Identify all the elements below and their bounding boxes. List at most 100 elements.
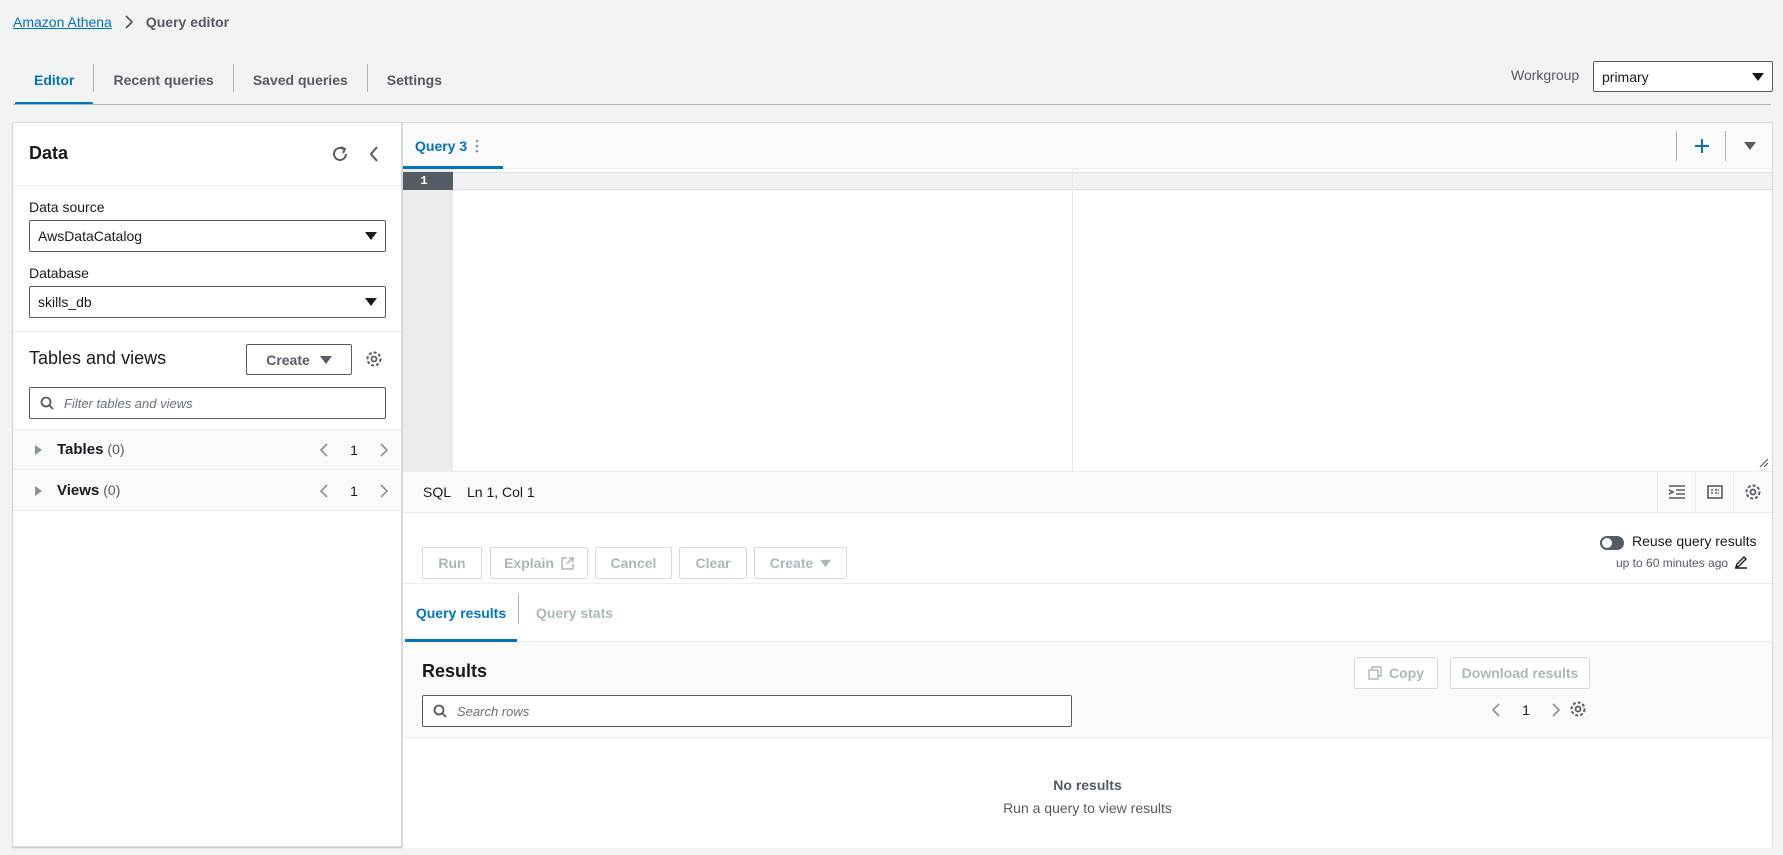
- more-vertical-icon[interactable]: [475, 139, 479, 153]
- database-select[interactable]: skills_db: [29, 286, 386, 318]
- chevron-right-icon[interactable]: [379, 483, 389, 498]
- chevron-left-icon[interactable]: [319, 442, 329, 457]
- gear-icon[interactable]: [1567, 698, 1589, 720]
- tables-label: Tables (0): [57, 441, 125, 458]
- caret-right-icon[interactable]: [33, 485, 43, 496]
- tab-settings[interactable]: Settings: [368, 56, 461, 104]
- tree-item-tables[interactable]: Tables (0) 1: [13, 430, 401, 470]
- data-source-select[interactable]: AwsDataCatalog: [29, 220, 386, 252]
- workgroup-value: primary: [1602, 68, 1649, 85]
- cancel-button[interactable]: Cancel: [595, 547, 672, 579]
- create-table-button[interactable]: Create: [246, 344, 352, 375]
- run-label: Run: [438, 555, 466, 571]
- query-actions: Run Explain Cancel Clear Create Reuse qu…: [403, 513, 1772, 584]
- resize-handle-icon[interactable]: [1759, 458, 1769, 468]
- gear-icon[interactable]: [1733, 472, 1771, 512]
- line-gutter: [403, 169, 453, 471]
- workgroup-label: Workgroup: [1511, 67, 1580, 83]
- editor-panel: Query 3 1 SQL Ln 1, Col 1 Run Explain Ca…: [402, 122, 1773, 848]
- caret-right-icon[interactable]: [33, 444, 43, 455]
- tab-recent-queries[interactable]: Recent queries: [94, 56, 232, 104]
- tables-pager: 1: [319, 442, 389, 458]
- tree-item-views[interactable]: Views (0) 1: [13, 471, 401, 511]
- chevron-left-icon[interactable]: [1491, 703, 1501, 717]
- tab-query-results[interactable]: Query results: [405, 584, 517, 642]
- create-button[interactable]: Create: [754, 547, 847, 579]
- external-link-icon: [561, 556, 574, 570]
- gear-icon[interactable]: [363, 348, 385, 370]
- chevron-right-icon[interactable]: [1551, 703, 1561, 717]
- caret-down-icon[interactable]: [1739, 135, 1761, 157]
- clear-label: Clear: [695, 555, 731, 571]
- create-action-label: Create: [769, 555, 814, 571]
- breadcrumb: Amazon Athena Query editor: [13, 13, 229, 31]
- caret-down-icon: [365, 298, 377, 306]
- caret-down-icon: [1752, 72, 1764, 81]
- keyboard-icon[interactable]: [1695, 472, 1733, 512]
- no-results-subtitle: Run a query to view results: [1003, 800, 1172, 816]
- filter-tables-input[interactable]: Filter tables and views: [29, 387, 386, 419]
- language-label: SQL: [423, 484, 452, 500]
- cancel-label: Cancel: [610, 555, 657, 571]
- top-tabs: Editor Recent queries Saved queries Sett…: [15, 56, 461, 105]
- reuse-results-toggle[interactable]: [1600, 536, 1624, 550]
- chevron-right-icon[interactable]: [379, 442, 389, 457]
- tab-saved-queries[interactable]: Saved queries: [234, 56, 367, 104]
- results-header: Results Copy Download results Search row…: [403, 642, 1772, 738]
- tabbar-divider: [1725, 131, 1726, 161]
- search-rows-placeholder: Search rows: [457, 703, 530, 719]
- no-results-title: No results: [1053, 777, 1122, 793]
- views-page[interactable]: 1: [350, 483, 358, 499]
- explain-label: Explain: [504, 555, 554, 571]
- add-query-tab-icon[interactable]: [1691, 135, 1713, 157]
- caret-down-icon: [319, 355, 332, 364]
- run-button[interactable]: Run: [422, 547, 482, 579]
- data-source-value: AwsDataCatalog: [38, 228, 143, 244]
- results-area: Results Copy Download results Search row…: [403, 642, 1772, 848]
- explain-button[interactable]: Explain: [490, 547, 588, 579]
- breadcrumb-current: Query editor: [145, 14, 230, 30]
- copy-label: Copy: [1389, 665, 1424, 681]
- caret-down-icon: [820, 559, 832, 567]
- line-number: 1: [403, 172, 453, 190]
- clear-button[interactable]: Clear: [679, 547, 747, 579]
- copy-icon: [1368, 666, 1382, 680]
- tab-query-results-label: Query results: [415, 605, 507, 621]
- results-title: Results: [422, 661, 488, 681]
- results-pager: 1: [1491, 702, 1561, 718]
- breadcrumb-athena-link[interactable]: Amazon Athena: [13, 14, 112, 30]
- views-label-text: Views: [57, 482, 100, 499]
- filter-placeholder: Filter tables and views: [64, 395, 193, 411]
- database-label: Database: [29, 265, 89, 281]
- search-rows-input[interactable]: Search rows: [422, 695, 1072, 727]
- tables-label-text: Tables: [57, 441, 104, 458]
- download-results-button[interactable]: Download results: [1450, 657, 1590, 689]
- search-icon: [433, 704, 447, 718]
- search-icon: [40, 396, 54, 410]
- active-line: [453, 172, 1772, 190]
- results-page[interactable]: 1: [1522, 702, 1530, 718]
- chevron-right-icon: [122, 15, 136, 29]
- edit-pencil-icon[interactable]: [1734, 555, 1748, 569]
- tab-query-stats[interactable]: Query stats: [536, 584, 613, 642]
- database-value: skills_db: [38, 294, 92, 310]
- workgroup-select[interactable]: primary: [1593, 61, 1773, 92]
- format-query-icon[interactable]: [1657, 472, 1695, 512]
- tab-divider: [518, 594, 519, 624]
- tab-query-3[interactable]: Query 3: [403, 123, 503, 169]
- tables-views-title: Tables and views: [29, 348, 167, 368]
- tables-page[interactable]: 1: [350, 442, 358, 458]
- refresh-icon[interactable]: [329, 143, 351, 165]
- sql-code-editor[interactable]: 1: [403, 169, 1772, 471]
- views-label: Views (0): [57, 482, 120, 499]
- results-tabs: Query results Query stats: [403, 584, 1772, 642]
- collapse-panel-icon[interactable]: [363, 143, 385, 165]
- reuse-results-sub: up to 60 minutes ago: [1616, 556, 1729, 570]
- create-label: Create: [266, 351, 310, 368]
- copy-button[interactable]: Copy: [1354, 657, 1438, 689]
- tab-editor[interactable]: Editor: [15, 56, 94, 105]
- print-margin: [1072, 169, 1073, 471]
- tabs-underline: [13, 104, 1771, 105]
- chevron-left-icon[interactable]: [319, 483, 329, 498]
- views-pager: 1: [319, 483, 389, 499]
